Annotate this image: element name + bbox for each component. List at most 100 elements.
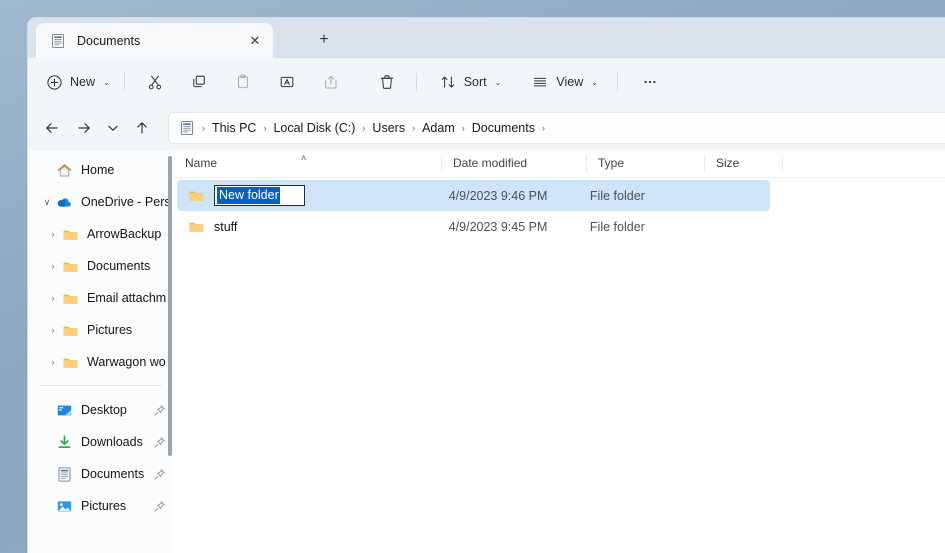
sidebar-item-label: Documents bbox=[87, 259, 151, 273]
view-lines-icon bbox=[531, 73, 549, 91]
breadcrumb-item-adam[interactable]: Adam bbox=[417, 119, 460, 137]
folder-icon bbox=[62, 322, 79, 339]
sidebar-scrollbar[interactable] bbox=[168, 156, 172, 456]
chevron-right-icon[interactable]: › bbox=[44, 293, 62, 303]
column-header-name[interactable]: Name ˄ bbox=[174, 150, 442, 177]
sidebar-item-desktop[interactable]: Desktop bbox=[32, 394, 170, 426]
tab-title: Documents bbox=[77, 33, 141, 48]
downloads-icon bbox=[56, 434, 73, 451]
sidebar-item-warwagon[interactable]: › Warwagon wo bbox=[32, 346, 170, 378]
command-bar: New ⌄ Sort ⌄ View ⌄ bbox=[28, 58, 945, 106]
pin-icon[interactable] bbox=[153, 500, 166, 513]
sort-button[interactable]: Sort ⌄ bbox=[432, 66, 509, 98]
cell-type: File folder bbox=[589, 188, 645, 203]
sidebar-item-onedrive[interactable]: ∨ OneDrive - Pers bbox=[32, 186, 170, 218]
chevron-right-icon[interactable]: › bbox=[44, 325, 62, 335]
new-button[interactable]: New ⌄ bbox=[42, 66, 117, 98]
sidebar-item-label: ArrowBackup bbox=[87, 227, 162, 241]
pin-icon[interactable] bbox=[153, 468, 166, 481]
toolbar-divider-3 bbox=[616, 73, 618, 91]
delete-button[interactable] bbox=[370, 66, 404, 98]
sidebar-item-documents-quick[interactable]: Documents bbox=[32, 458, 170, 490]
sort-button-label: Sort bbox=[463, 75, 487, 89]
sidebar-item-arrowbackup[interactable]: › ArrowBackup bbox=[32, 218, 170, 250]
ellipsis-icon bbox=[641, 73, 659, 91]
navigation-pane: Home ∨ OneDrive - Pers › ArrowBackup › D… bbox=[28, 150, 174, 553]
breadcrumb-item-users[interactable]: Users bbox=[367, 119, 410, 137]
toolbar-divider-2 bbox=[415, 73, 417, 91]
folder-icon bbox=[188, 187, 205, 204]
breadcrumb-separator: › bbox=[202, 123, 205, 133]
sidebar-item-home[interactable]: Home bbox=[32, 154, 170, 186]
paste-button[interactable] bbox=[226, 66, 260, 98]
more-button[interactable] bbox=[633, 66, 667, 98]
arrow-left-icon bbox=[46, 123, 58, 133]
view-button[interactable]: View ⌄ bbox=[524, 66, 605, 98]
close-icon[interactable]: ✕ bbox=[243, 29, 267, 53]
sidebar-item-downloads[interactable]: Downloads bbox=[32, 426, 170, 458]
sidebar-item-label: Desktop bbox=[81, 403, 127, 417]
table-row[interactable]: New folder 4/9/2023 9:46 PM File folder bbox=[177, 180, 770, 211]
file-list-pane: Name ˄ Date modified Type Size New folde… bbox=[174, 150, 945, 553]
sidebar-item-pictures-onedrive[interactable]: › Pictures bbox=[32, 314, 170, 346]
sidebar-item-email-attachments[interactable]: › Email attachm bbox=[32, 282, 170, 314]
column-header-type[interactable]: Type bbox=[587, 150, 705, 177]
address-bar[interactable]: › This PC › Local Disk (C:) › Users › Ad… bbox=[168, 112, 945, 144]
rename-input[interactable]: New folder bbox=[214, 185, 305, 206]
tab-documents[interactable]: Documents ✕ bbox=[36, 23, 273, 58]
chevron-right-icon[interactable]: › bbox=[44, 261, 62, 271]
breadcrumb-item-local-disk[interactable]: Local Disk (C:) bbox=[268, 119, 360, 137]
table-row[interactable]: stuff 4/9/2023 9:45 PM File folder bbox=[177, 211, 770, 242]
tab-strip: Documents ✕ + bbox=[28, 18, 945, 58]
pin-icon[interactable] bbox=[153, 436, 166, 449]
breadcrumb-separator: › bbox=[461, 123, 465, 133]
scissors-icon bbox=[146, 73, 164, 91]
onedrive-cloud-icon bbox=[56, 194, 73, 211]
view-button-label: View bbox=[556, 75, 584, 89]
share-icon bbox=[322, 73, 340, 91]
sidebar-item-label: Email attachm bbox=[87, 291, 167, 305]
breadcrumb-item-this-pc[interactable]: This PC bbox=[207, 119, 261, 137]
copy-button[interactable] bbox=[182, 66, 216, 98]
paste-icon bbox=[234, 73, 252, 91]
column-headers: Name ˄ Date modified Type Size bbox=[174, 150, 945, 178]
rename-button[interactable] bbox=[270, 66, 304, 98]
desktop-icon bbox=[56, 402, 73, 419]
folder-icon bbox=[62, 290, 79, 307]
sort-arrows-icon bbox=[439, 73, 457, 91]
sidebar-item-documents-onedrive[interactable]: › Documents bbox=[32, 250, 170, 282]
breadcrumb-separator: › bbox=[412, 123, 416, 133]
rename-icon bbox=[278, 73, 296, 91]
sidebar-item-label: Downloads bbox=[81, 435, 143, 449]
chevron-right-icon[interactable]: › bbox=[44, 357, 62, 367]
cut-button[interactable] bbox=[138, 66, 172, 98]
chevron-down-icon[interactable]: ∨ bbox=[38, 197, 56, 208]
sidebar-item-label: Documents bbox=[81, 467, 145, 481]
share-button[interactable] bbox=[314, 66, 348, 98]
toolbar-divider bbox=[123, 73, 125, 91]
navigation-bar: › This PC › Local Disk (C:) › Users › Ad… bbox=[28, 106, 945, 150]
sidebar-item-pictures-quick[interactable]: Pictures bbox=[32, 490, 170, 522]
folder-icon bbox=[62, 258, 79, 275]
column-header-size[interactable]: Size bbox=[705, 150, 783, 177]
column-header-date-modified[interactable]: Date modified bbox=[442, 150, 587, 177]
up-button[interactable] bbox=[126, 112, 158, 144]
file-rows: New folder 4/9/2023 9:46 PM File folder bbox=[174, 178, 945, 242]
explorer-body: Home ∨ OneDrive - Pers › ArrowBackup › D… bbox=[28, 150, 945, 553]
new-tab-button[interactable]: + bbox=[311, 27, 337, 53]
breadcrumb-item-documents[interactable]: Documents bbox=[467, 119, 540, 137]
cell-name: stuff bbox=[214, 219, 238, 234]
breadcrumb-separator: › bbox=[541, 123, 545, 133]
plus-circle-icon bbox=[46, 74, 63, 91]
recent-locations-button[interactable] bbox=[100, 112, 126, 144]
chevron-down-icon bbox=[108, 125, 118, 131]
forward-button[interactable] bbox=[68, 112, 100, 144]
trash-icon bbox=[378, 73, 396, 91]
back-button[interactable] bbox=[36, 112, 68, 144]
arrow-right-icon bbox=[78, 123, 90, 133]
pin-icon[interactable] bbox=[153, 404, 166, 417]
chevron-right-icon[interactable]: › bbox=[44, 229, 62, 239]
cell-type: File folder bbox=[589, 219, 645, 234]
column-header-label: Date modified bbox=[453, 156, 528, 170]
chevron-down-icon: ⌄ bbox=[103, 77, 110, 87]
